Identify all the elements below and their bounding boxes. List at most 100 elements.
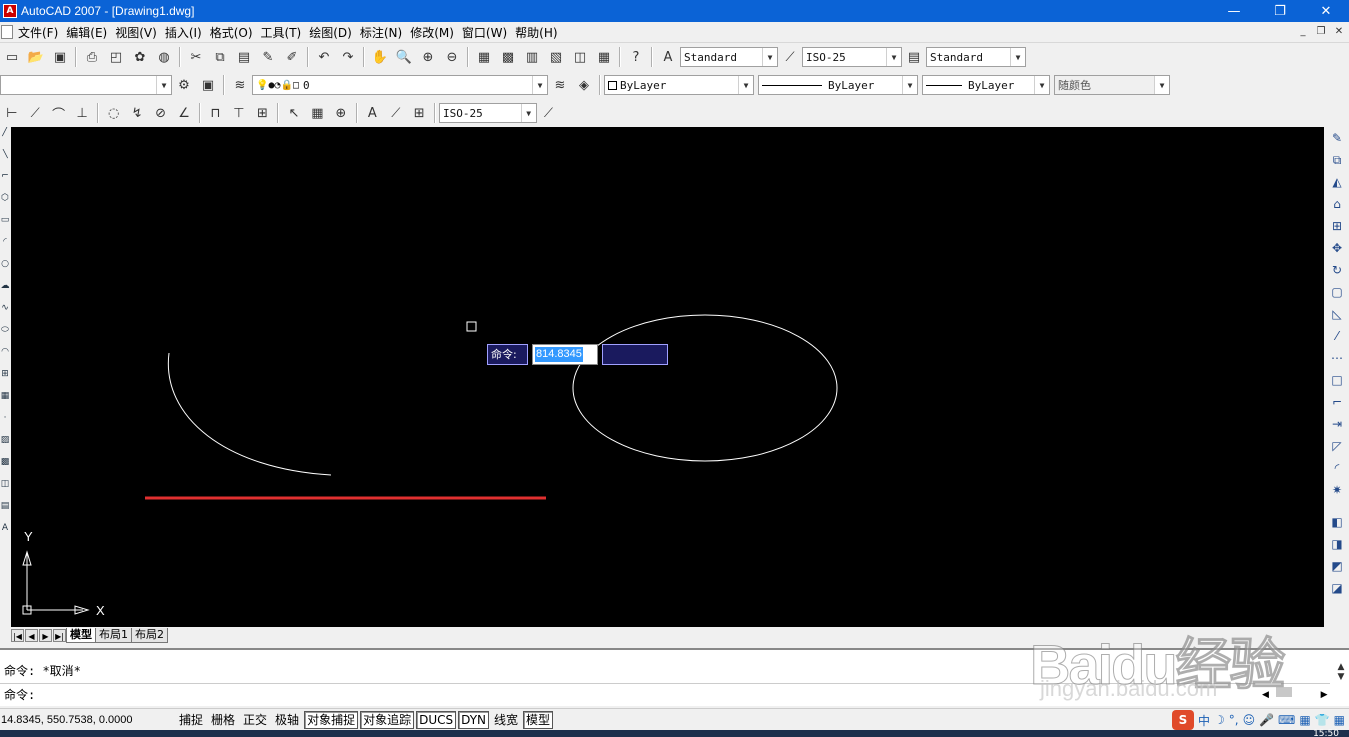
prev-tab-icon[interactable]: ◀ [25,628,38,642]
dim-style-select[interactable]: ISO-25 ▼ [802,47,902,67]
doc-minimize-icon[interactable]: _ [1295,25,1311,39]
save-icon[interactable]: ▣ [49,46,71,68]
line-icon[interactable]: ╱ [0,127,10,149]
osnap-toggle[interactable]: 对象捕捉 [304,710,359,729]
aligned-dim-icon[interactable]: ⟋ [24,102,45,124]
help-icon[interactable]: ? [625,46,647,68]
mirror-icon[interactable]: ◭ [1326,171,1348,193]
drawing-canvas[interactable]: Y X 命令: 814.8345 [11,127,1324,627]
tab-model[interactable]: 模型 [66,627,96,643]
keyboard-icon[interactable]: ⌨ [1278,713,1295,727]
continue-dim-icon[interactable]: ⊞ [252,102,273,124]
otrack-toggle[interactable]: 对象追踪 [360,710,415,729]
stretch-icon[interactable]: ◺ [1326,303,1348,325]
join-icon[interactable]: ⇥ [1326,413,1348,435]
menu-help[interactable]: 帮助(H) [513,24,563,41]
menu-window[interactable]: 窗口(W) [460,24,513,41]
grid-menu-icon[interactable]: ▦ [1334,713,1345,727]
extend-icon[interactable]: ⋯ [1326,347,1348,369]
dyn-toggle[interactable]: DYN [458,710,490,729]
doc-close-icon[interactable]: ✕ [1331,25,1347,39]
explode-icon[interactable]: ✷ [1326,479,1348,501]
tab-layout1[interactable]: 布局1 [95,627,132,643]
lineweight-toggle[interactable]: 线宽 [491,711,521,729]
move-icon[interactable]: ✥ [1326,237,1348,259]
dynamic-input-field-2[interactable] [602,344,668,365]
zoom-previous-icon[interactable]: ⊖ [441,46,463,68]
menu-tools[interactable]: 工具(T) [259,24,308,41]
minimize-button[interactable]: — [1211,0,1257,22]
make-object-layer-current-icon[interactable]: ≋ [549,74,571,96]
sheet-set-icon[interactable]: ▧ [545,46,567,68]
moon-icon[interactable]: ☽ [1214,713,1225,727]
region-icon[interactable]: ◫ [0,479,10,501]
text-style-select[interactable]: Standard ▼ [680,47,778,67]
draw-order-front-icon[interactable]: ◧ [1326,511,1348,533]
command-window[interactable]: 命令: *取消* 命令: ▲ ▼ ◀ ▶ [0,648,1349,706]
circle-icon[interactable]: ○ [0,259,10,281]
layer-previous-icon[interactable]: ◈ [573,74,595,96]
autocad-app-icon[interactable]: A [3,4,17,18]
linear-dim-icon[interactable]: ⊢ [1,102,22,124]
color-select[interactable]: ByLayer ▼ [604,75,754,95]
dynamic-input-field[interactable]: 814.8345 [532,344,598,365]
offset-icon[interactable]: ⌂ [1326,193,1348,215]
markup-icon[interactable]: ◫ [569,46,591,68]
plot-preview-icon[interactable]: ◰ [105,46,127,68]
next-tab-icon[interactable]: ▶ [39,628,52,642]
dim-style-select-2[interactable]: ISO-25 ▼ [438,103,537,123]
menu-draw[interactable]: 绘图(D) [307,24,358,41]
arc-icon[interactable]: ◜ [0,237,10,259]
quick-dim-icon[interactable]: ⊓ [205,102,226,124]
zoom-realtime-icon[interactable]: 🔍 [393,46,415,68]
jogged-dim-icon[interactable]: ↯ [126,102,147,124]
table-style-select[interactable]: Standard ▼ [926,47,1026,67]
grid-toggle[interactable]: 栅格 [208,711,238,729]
emoji-icon[interactable]: ☺ [1243,713,1256,727]
3d-dwf-icon[interactable]: ◍ [153,46,175,68]
text-style-icon[interactable]: A [657,46,679,68]
spline-icon[interactable]: ∿ [0,303,10,325]
pan-icon[interactable]: ✋ [369,46,391,68]
erase-icon[interactable]: ✎ [1326,127,1348,149]
scroll-down-icon[interactable]: ▼ [1333,672,1349,682]
sogou-ime-icon[interactable]: S [1171,710,1194,730]
punctuation-icon[interactable]: °, [1229,713,1239,727]
draw-order-back-icon[interactable]: ◨ [1326,533,1348,555]
menu-insert[interactable]: 插入(I) [163,24,208,41]
tool-palettes-icon[interactable]: ▥ [521,46,543,68]
workspace-save-icon[interactable]: ▣ [197,74,219,96]
trim-icon[interactable]: ⁄ [1326,325,1348,347]
plot-icon[interactable]: ⎙ [81,46,103,68]
polyline-icon[interactable]: ⌐ [0,171,10,193]
properties-icon[interactable]: ▦ [473,46,495,68]
workspace-select[interactable]: ▼ [0,75,172,95]
hatch-icon[interactable]: ▨ [0,435,10,457]
calculator-icon[interactable]: ▦ [593,46,615,68]
dim-edit-icon[interactable]: A [362,102,383,124]
fillet-icon[interactable]: ◜ [1326,457,1348,479]
design-center-icon[interactable]: ▩ [497,46,519,68]
ime-mode-indicator[interactable]: 中 [1198,712,1210,729]
insert-block-icon[interactable]: ⊞ [0,369,10,391]
scroll-up-icon[interactable]: ▲ [1333,662,1349,672]
open-icon[interactable]: 📂 [25,46,47,68]
horizontal-scrollbar[interactable]: ◀ ▶ [1262,687,1332,701]
copy-object-icon[interactable]: ⧉ [1326,149,1348,171]
dim-text-edit-icon[interactable]: ⟋ [385,102,406,124]
menu-dimension[interactable]: 标注(N) [358,24,408,41]
scale-icon[interactable]: ▢ [1326,281,1348,303]
quick-leader-icon[interactable]: ↖ [283,102,304,124]
menu-modify[interactable]: 修改(M) [408,24,460,41]
layer-select[interactable]: 💡●◔🔒□ 0 ▼ [252,75,548,95]
dim-style-icon[interactable]: ⟋ [779,46,801,68]
break-icon[interactable]: ⌐ [1326,391,1348,413]
scroll-left-icon[interactable]: ◀ [1262,690,1269,700]
menu-file[interactable]: 文件(F) [16,24,64,41]
tolerance-icon[interactable]: ▦ [307,102,328,124]
revision-cloud-icon[interactable]: ☁ [0,281,10,303]
doc-restore-icon[interactable]: ❐ [1313,25,1329,39]
paste-icon[interactable]: ▤ [233,46,255,68]
workspace-settings-icon[interactable]: ⚙ [173,74,195,96]
polygon-icon[interactable]: ⬡ [0,193,10,215]
